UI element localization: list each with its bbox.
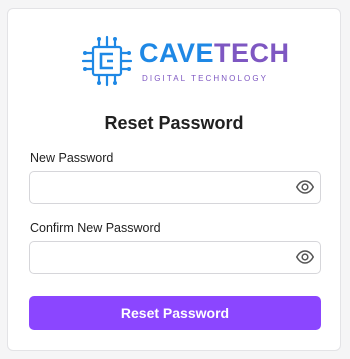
brand-tagline: DIGITAL TECHNOLOGY	[142, 74, 269, 83]
new-password-label: New Password	[30, 151, 114, 165]
eye-icon[interactable]	[296, 180, 314, 194]
brand-logo: CAVETECH DIGITAL TECHNOLOGY	[82, 35, 289, 87]
confirm-password-label: Confirm New Password	[30, 221, 161, 235]
confirm-password-field-wrapper	[29, 241, 321, 275]
confirm-password-input[interactable]	[38, 242, 292, 275]
circuit-chip-logo-icon	[82, 35, 132, 87]
new-password-input[interactable]	[38, 172, 292, 205]
reset-password-button[interactable]: Reset Password	[29, 296, 321, 330]
eye-icon[interactable]	[296, 250, 314, 264]
reset-password-card: CAVETECH DIGITAL TECHNOLOGY Reset Passwo…	[7, 8, 341, 351]
brand-name: CAVETECH	[139, 38, 290, 68]
new-password-field-wrapper	[29, 171, 321, 205]
brand-name-part2: TECH	[214, 38, 290, 68]
page-title: Reset Password	[104, 113, 244, 133]
brand-name-part1: CAVE	[139, 38, 215, 68]
